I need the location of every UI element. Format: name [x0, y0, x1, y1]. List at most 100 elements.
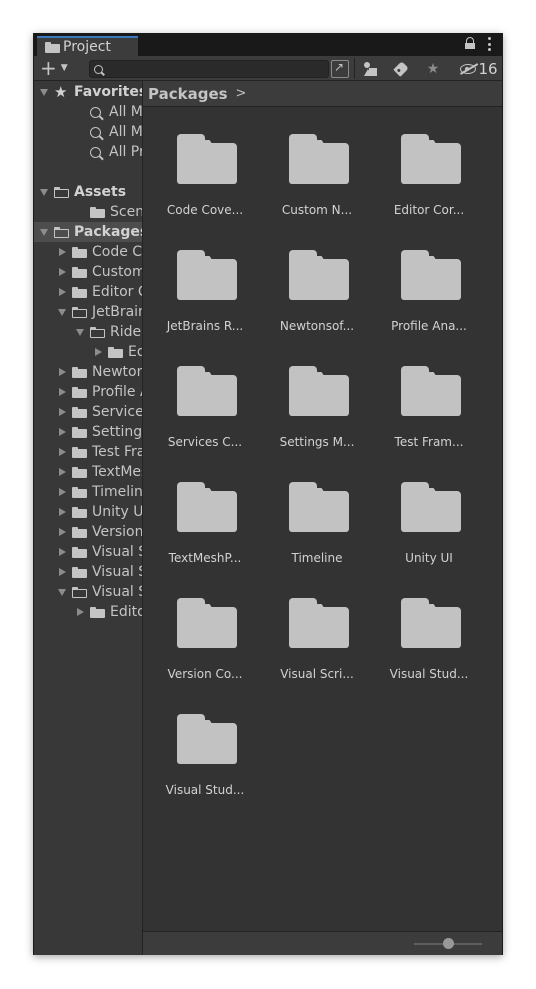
- zoom-slider-thumb[interactable]: [442, 938, 454, 949]
- toolbar: + ▼ ★ 16: [34, 56, 502, 81]
- expand-arrow-icon[interactable]: [39, 227, 49, 237]
- asset-folder-item[interactable]: Test Fram...: [374, 337, 484, 449]
- asset-folder-item[interactable]: Code Cove...: [150, 105, 260, 217]
- filter-by-label-button[interactable]: [390, 59, 412, 79]
- folder-icon: [177, 134, 237, 184]
- tree-item[interactable]: ★ Favorites: [34, 82, 143, 102]
- chevron-right-icon[interactable]: >: [236, 86, 247, 101]
- asset-folder-item[interactable]: Version Co...: [150, 569, 260, 681]
- expand-arrow-icon[interactable]: [57, 307, 67, 317]
- asset-folder-label: Visual Scri...: [280, 667, 354, 681]
- asset-folder-item[interactable]: Custom N...: [262, 105, 372, 217]
- collapse-arrow-icon[interactable]: [57, 447, 67, 457]
- collapse-arrow-icon[interactable]: [57, 567, 67, 577]
- tree-item-label: Favorites: [74, 84, 143, 100]
- asset-folder-item[interactable]: Editor Cor...: [374, 105, 484, 217]
- tab-project[interactable]: Project: [37, 36, 138, 56]
- asset-folder-label: Test Fram...: [394, 435, 464, 449]
- tree-item[interactable]: Editor: [34, 342, 142, 362]
- tree-item[interactable]: Version Control: [34, 522, 142, 542]
- tree-item[interactable]: All Models: [34, 122, 142, 142]
- tree-item-label: Settings Manager: [92, 424, 143, 440]
- tree-item[interactable]: Timeline: [34, 482, 143, 502]
- tree-item[interactable]: Rider: [34, 322, 142, 342]
- tree-item[interactable]: Scenes: [34, 202, 142, 222]
- collapse-arrow-icon[interactable]: [57, 527, 67, 537]
- tree-item[interactable]: Visual Studio Code Editor: [34, 562, 142, 582]
- asset-folder-item[interactable]: Visual Stud...: [374, 569, 484, 681]
- collapse-arrow-icon[interactable]: [57, 267, 67, 277]
- collapse-arrow-icon[interactable]: [75, 607, 85, 617]
- asset-folder-label: Settings M...: [279, 435, 355, 449]
- tree-item-label: Scenes: [110, 204, 142, 220]
- tree-item[interactable]: Visual Studio Editor: [34, 582, 142, 602]
- collapse-arrow-icon[interactable]: [57, 387, 67, 397]
- search-field[interactable]: [89, 60, 329, 78]
- search-by-type-button[interactable]: [331, 60, 349, 78]
- expand-arrow-icon[interactable]: [39, 87, 49, 97]
- tree-item[interactable]: Settings Manager: [34, 422, 143, 442]
- breadcrumb-packages[interactable]: Packages: [148, 85, 228, 103]
- collapse-arrow-icon[interactable]: [57, 507, 67, 517]
- folder-icon: [72, 506, 87, 518]
- folder-icon: [72, 466, 87, 478]
- folder-icon: [72, 386, 87, 398]
- tree-item-label: All Materials: [109, 104, 143, 120]
- create-button[interactable]: + ▼: [40, 56, 74, 80]
- tree-item[interactable]: Visual Scripting: [34, 542, 142, 562]
- more-options-icon[interactable]: [488, 37, 492, 51]
- collapse-arrow-icon[interactable]: [57, 247, 67, 257]
- asset-folder-label: TextMeshP...: [168, 551, 242, 565]
- tree-item[interactable]: Editor: [34, 602, 142, 622]
- asset-folder-item[interactable]: Settings M...: [262, 337, 372, 449]
- tree-item[interactable]: TextMeshPro: [34, 462, 142, 482]
- tree-item[interactable]: All Materials: [34, 102, 143, 122]
- tree-item[interactable]: Editor Coroutines: [34, 282, 142, 302]
- asset-folder-item[interactable]: Newtonsof...: [262, 221, 372, 333]
- expand-arrow-icon[interactable]: [39, 187, 49, 197]
- tree-item-label: Code Coverage: [92, 244, 143, 260]
- tree-item[interactable]: Custom NUnit: [34, 262, 142, 282]
- tree-item[interactable]: Profile Analyzer: [34, 382, 142, 402]
- asset-folder-item[interactable]: Visual Scri...: [262, 569, 372, 681]
- collapse-arrow-icon[interactable]: [57, 367, 67, 377]
- lock-icon[interactable]: [465, 37, 475, 49]
- project-window: Project + ▼ ★ 16 ★FavoritesAl: [33, 33, 503, 955]
- collapse-arrow-icon[interactable]: [57, 467, 67, 477]
- asset-folder-item[interactable]: Visual Stud...: [150, 685, 260, 797]
- asset-folder-item[interactable]: Timeline: [262, 453, 372, 565]
- tree-item[interactable]: Test Framework: [34, 442, 142, 462]
- folder-icon: [72, 406, 87, 418]
- tree-item[interactable]: Unity UI: [34, 502, 142, 522]
- hidden-packages-toggle[interactable]: 16: [458, 59, 500, 79]
- collapse-arrow-icon[interactable]: [57, 287, 67, 297]
- search-input[interactable]: [107, 61, 321, 77]
- tree-item[interactable]: All Prefabs: [34, 142, 142, 162]
- asset-folder-item[interactable]: JetBrains R...: [150, 221, 260, 333]
- tree-item-label: Timeline: [92, 484, 143, 500]
- asset-folder-item[interactable]: Services C...: [150, 337, 260, 449]
- tree-item[interactable]: Packages: [34, 222, 142, 242]
- asset-folder-item[interactable]: Unity UI: [374, 453, 484, 565]
- plus-icon: +: [40, 56, 57, 80]
- collapse-arrow-icon[interactable]: [57, 407, 67, 417]
- collapse-arrow-icon[interactable]: [57, 547, 67, 557]
- asset-folder-label: Version Co...: [167, 667, 243, 681]
- tree-item[interactable]: Newtonsoft Json: [34, 362, 142, 382]
- collapse-arrow-icon[interactable]: [93, 347, 103, 357]
- tree-item[interactable]: Code Coverage: [34, 242, 143, 262]
- asset-folder-item[interactable]: Profile Ana...: [374, 221, 484, 333]
- tree-item[interactable]: Assets: [34, 182, 142, 202]
- expand-arrow-icon[interactable]: [75, 327, 85, 337]
- favorite-button[interactable]: ★: [422, 59, 444, 79]
- collapse-arrow-icon[interactable]: [57, 487, 67, 497]
- asset-folder-item[interactable]: TextMeshP...: [150, 453, 260, 565]
- folder-icon: [177, 250, 237, 300]
- chevron-down-icon: ▼: [60, 63, 68, 73]
- collapse-arrow-icon[interactable]: [57, 427, 67, 437]
- tree-item[interactable]: Services Core: [34, 402, 142, 422]
- filter-by-type-button[interactable]: [360, 59, 382, 79]
- tree-item[interactable]: JetBrains Rider Editor: [34, 302, 142, 322]
- expand-arrow-icon[interactable]: [57, 587, 67, 597]
- asset-folder-label: Custom N...: [281, 203, 353, 217]
